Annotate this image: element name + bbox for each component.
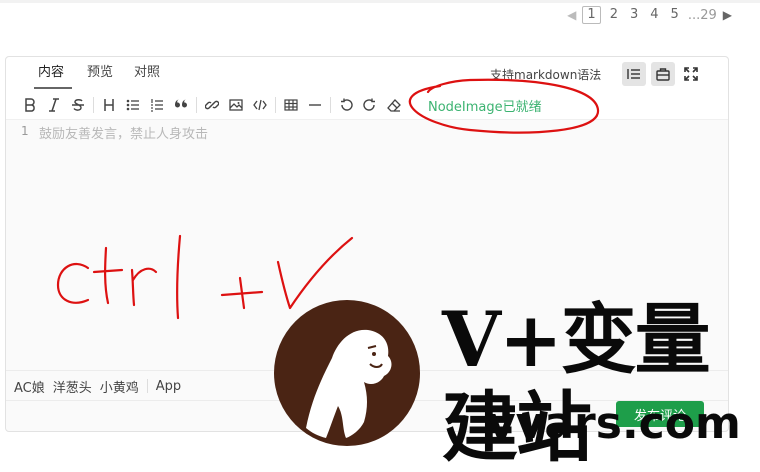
tab-preview[interactable]: 预览 — [81, 64, 119, 82]
watermark-url: vvars.com — [487, 398, 741, 449]
toolbar-separator — [93, 97, 94, 113]
toolbar-separator — [330, 97, 331, 113]
quote-icon[interactable] — [169, 93, 193, 117]
page-4[interactable]: 4 — [647, 6, 661, 24]
editor-toolbar: NodeImage已就绪 — [6, 91, 728, 120]
emoji-tab-app[interactable]: App — [156, 379, 181, 394]
code-icon[interactable] — [248, 93, 272, 117]
toolbox-icon[interactable] — [651, 62, 675, 86]
emoji-tab-chick[interactable]: 小黄鸡 — [100, 377, 139, 396]
active-tab-indicator — [34, 87, 72, 89]
emoji-tab-onion[interactable]: 洋葱头 — [53, 377, 92, 396]
bullet-list-icon[interactable] — [121, 93, 145, 117]
fullscreen-icon[interactable] — [679, 62, 703, 86]
horizontal-rule-icon[interactable] — [303, 93, 327, 117]
table-icon[interactable] — [279, 93, 303, 117]
redo-icon[interactable] — [358, 93, 382, 117]
emoji-tab-ac[interactable]: AC娘 — [14, 377, 45, 396]
bold-icon[interactable] — [18, 93, 42, 117]
italic-icon[interactable] — [42, 93, 66, 117]
comment-input[interactable]: 鼓励友善发言，禁止人身攻击 — [39, 123, 208, 142]
markdown-support-link[interactable]: 支持markdown语法 — [490, 66, 601, 83]
page-ellipsis: ...29 — [687, 7, 717, 23]
gorilla-logo-icon — [274, 300, 420, 446]
numbered-list-icon[interactable] — [145, 93, 169, 117]
toolbar-separator — [196, 97, 197, 113]
image-icon[interactable] — [224, 93, 248, 117]
link-icon[interactable] — [200, 93, 224, 117]
page-last[interactable]: 29 — [700, 8, 717, 23]
undo-icon[interactable] — [334, 93, 358, 117]
line-gutter: 1 — [6, 119, 36, 371]
line-number: 1 — [21, 124, 29, 138]
emoji-separator — [146, 379, 148, 393]
page-5[interactable]: 5 — [668, 6, 682, 24]
tab-content[interactable]: 内容 — [32, 64, 70, 82]
strikethrough-icon[interactable] — [66, 93, 90, 117]
triangle-right-icon[interactable]: ▶ — [723, 8, 732, 22]
eraser-icon[interactable] — [382, 93, 406, 117]
triangle-left-icon[interactable]: ◀ — [567, 8, 576, 22]
list-icon[interactable] — [622, 62, 646, 86]
heading-icon[interactable] — [97, 93, 121, 117]
pagination: ◀ 1 2 3 4 5 ...29 ▶ — [567, 6, 732, 24]
page-3[interactable]: 3 — [627, 6, 641, 24]
tab-compare[interactable]: 对照 — [128, 64, 166, 82]
page-1[interactable]: 1 — [582, 6, 601, 24]
editor-tabs-row: 内容 预览 对照 支持markdown语法 — [6, 57, 728, 92]
nodeimage-status: NodeImage已就绪 — [428, 99, 542, 115]
toolbar-separator — [275, 97, 276, 113]
top-divider — [0, 0, 760, 3]
page-2[interactable]: 2 — [607, 6, 621, 24]
